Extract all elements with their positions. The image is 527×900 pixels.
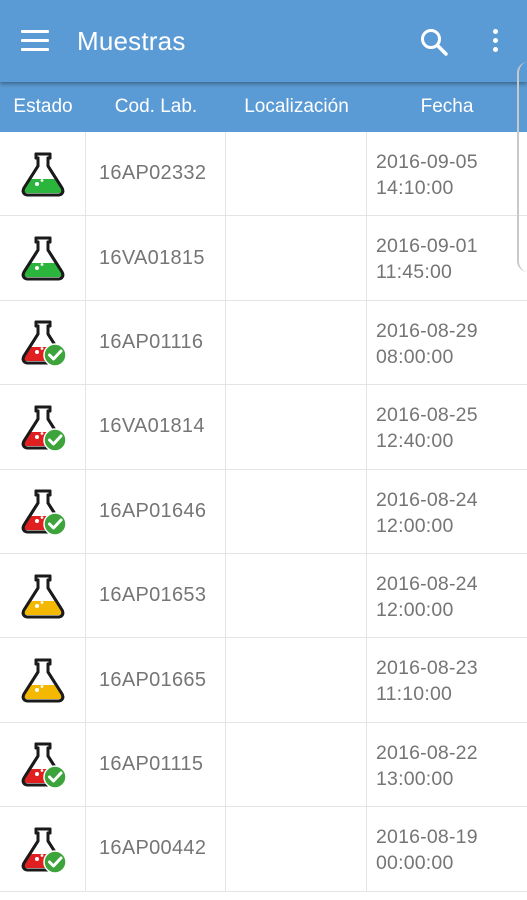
time: 12:00:00: [376, 514, 454, 537]
scroll-edge-indicator: [517, 62, 527, 272]
location: [226, 132, 367, 216]
table-row[interactable]: 16AP01115 2016-08-22 13:00:00: [0, 722, 527, 808]
status-cell: [0, 638, 86, 722]
status-cell: [0, 216, 86, 300]
lab-code: 16AP01115: [86, 722, 226, 807]
date: 2016-08-24: [376, 488, 478, 511]
search-icon[interactable]: [414, 22, 454, 62]
date-cell: 2016-09-05 14:10:00: [367, 132, 527, 215]
lab-code: 16AP02332: [86, 132, 226, 216]
date-cell: 2016-08-19 00:00:00: [367, 807, 527, 890]
status-cell: [0, 300, 86, 385]
lab-code: 16AP01116: [86, 300, 226, 385]
samples-list: 16AP02332 2016-09-05 14:10:00 16VA01815 2016…: [0, 132, 527, 892]
table-row[interactable]: 16AP01116 2016-08-29 08:00:00: [0, 300, 527, 386]
status-cell: [0, 553, 86, 638]
status-cell: [0, 807, 86, 891]
location: [226, 385, 367, 469]
table-row[interactable]: 16AP01665 2016-08-23 11:10:00: [0, 638, 527, 723]
location: [226, 807, 367, 891]
flask-checked-icon: [21, 405, 67, 452]
date: 2016-08-19: [376, 826, 478, 849]
date: 2016-08-25: [376, 404, 478, 427]
time: 14:10:00: [376, 177, 454, 199]
flask-yellow-icon: [21, 574, 64, 619]
lab-code: 16AP00442: [86, 807, 226, 891]
status-cell: [0, 385, 86, 469]
flask-checked-icon: [21, 742, 67, 790]
date-cell: 2016-08-29 08:00:00: [367, 301, 527, 384]
table-row[interactable]: 16AP01653 2016-08-24 12:00:00: [0, 553, 527, 639]
app-bar: Muestras: [0, 0, 527, 82]
date-cell: 2016-08-24 12:00:00: [367, 470, 527, 553]
date: 2016-09-01: [376, 235, 478, 258]
time: 13:00:00: [376, 767, 454, 790]
date: 2016-08-23: [376, 657, 478, 680]
column-header-fecha[interactable]: Fecha: [367, 82, 527, 132]
page-title: Muestras: [77, 26, 186, 56]
time: 11:45:00: [376, 261, 453, 284]
location: [226, 638, 367, 722]
location: [226, 722, 367, 807]
column-header-estado[interactable]: Estado: [0, 82, 86, 132]
time: 12:00:00: [376, 598, 454, 621]
flask-green-icon: [21, 236, 64, 281]
date-cell: 2016-08-23 11:10:00: [367, 638, 527, 721]
flask-yellow-icon: [21, 658, 64, 703]
flask-checked-icon: [21, 320, 67, 368]
table-row[interactable]: 16VA01814 2016-08-25 12:40:00: [0, 385, 527, 470]
table-row[interactable]: 16AP02332 2016-09-05 14:10:00: [0, 132, 527, 217]
status-cell: [0, 469, 86, 553]
date-cell: 2016-08-25 12:40:00: [367, 385, 527, 468]
date: 2016-09-05: [376, 151, 478, 173]
column-header-cod-lab[interactable]: Cod. Lab.: [86, 82, 226, 132]
lab-code: 16AP01665: [86, 638, 226, 722]
status-cell: [0, 722, 86, 807]
flask-green-icon: [21, 152, 64, 197]
date-cell: 2016-09-01 11:45:00: [367, 216, 527, 299]
lab-code: 16AP01653: [86, 553, 226, 638]
date: 2016-08-29: [376, 319, 478, 342]
flask-checked-icon: [21, 827, 67, 874]
time: 00:00:00: [376, 852, 454, 875]
table-row[interactable]: 16AP00442 2016-08-19 00:00:00: [0, 807, 527, 892]
status-cell: [0, 132, 86, 216]
date-cell: 2016-08-24 12:00:00: [367, 554, 527, 637]
date-cell: 2016-08-22 13:00:00: [367, 723, 527, 806]
column-header-localizacion[interactable]: Localización: [226, 82, 367, 132]
time: 08:00:00: [376, 345, 454, 368]
hamburger-menu-icon[interactable]: [14, 23, 56, 59]
lab-code: 16VA01815: [86, 216, 226, 300]
location: [226, 216, 367, 300]
location: [226, 300, 367, 385]
time: 11:10:00: [376, 683, 453, 706]
table-row[interactable]: 16AP01646 2016-08-24 12:00:00: [0, 469, 527, 554]
lab-code: 16VA01814: [86, 385, 226, 469]
location: [226, 553, 367, 638]
table-header: Estado Cod. Lab. Localización Fecha: [0, 82, 527, 132]
lab-code: 16AP01646: [86, 469, 226, 553]
more-vert-icon[interactable]: [482, 23, 508, 59]
date: 2016-08-22: [376, 741, 478, 764]
flask-checked-icon: [21, 489, 67, 536]
table-row[interactable]: 16VA01815 2016-09-01 11:45:00: [0, 216, 527, 301]
time: 12:40:00: [376, 430, 454, 453]
location: [226, 469, 367, 553]
date: 2016-08-24: [376, 572, 478, 595]
